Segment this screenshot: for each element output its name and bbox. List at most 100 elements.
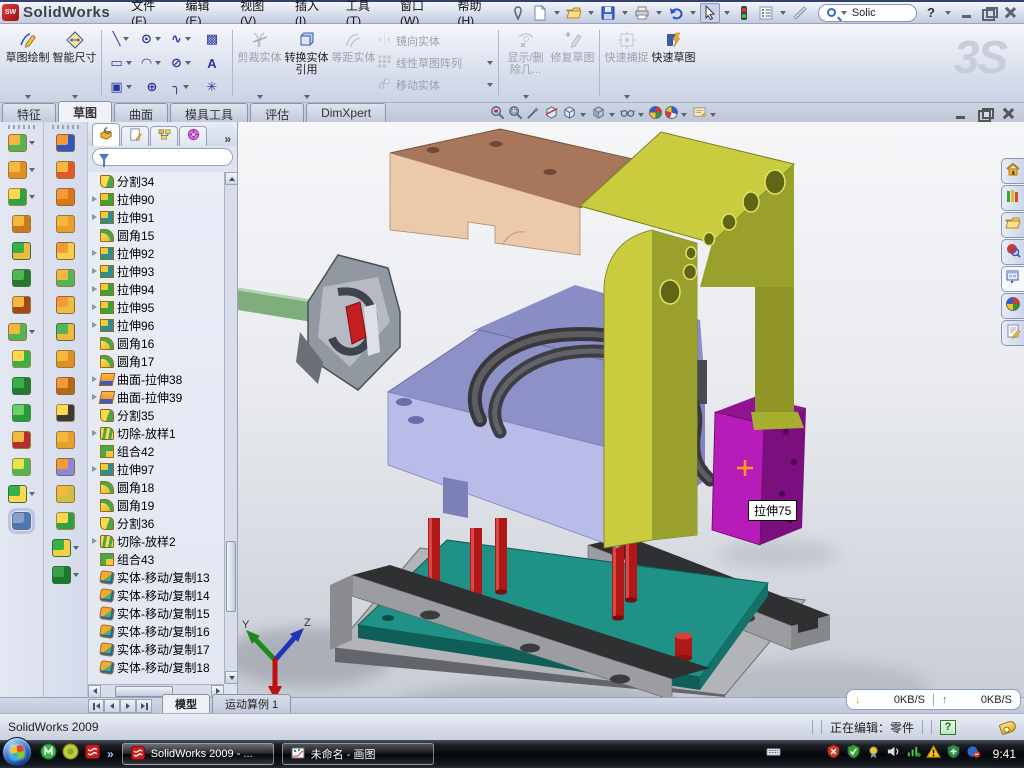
tray-shieldgreen-icon[interactable] [846, 744, 861, 764]
trim-entities-button[interactable]: 剪裁实体 [236, 24, 283, 102]
tool-icon-col1-10[interactable] [12, 404, 31, 422]
magarea-button[interactable] [508, 105, 523, 125]
sketch-entity-11[interactable]: ✳ [197, 75, 227, 99]
tree-item[interactable]: 实体-移动/复制14 [88, 586, 224, 604]
tool-icon-col1-4[interactable] [12, 242, 31, 260]
tool-icon-col2-16[interactable] [52, 566, 71, 584]
tool-icon-col2-11[interactable] [56, 431, 75, 449]
tool-icon-col2-2[interactable] [56, 188, 75, 206]
tree-item[interactable]: 组合42 [88, 442, 224, 460]
scroll-thumb[interactable] [226, 541, 236, 613]
sketch-entity-1[interactable]: ⊙ [137, 27, 167, 51]
rapid-sketch-button[interactable]: 快速草图 [650, 24, 697, 102]
sketch-entity-7[interactable]: A [197, 51, 227, 75]
options-icon[interactable] [756, 3, 776, 23]
tree-item[interactable]: 圆角17 [88, 352, 224, 370]
note-button[interactable] [692, 105, 718, 125]
tool-icon-col2-10[interactable] [56, 404, 75, 422]
tree-item[interactable]: 拉伸92 [88, 244, 224, 262]
doc-close-button[interactable] [1001, 108, 1014, 119]
sketch-entity-2[interactable]: ∿ [167, 27, 197, 51]
first-tab-button[interactable] [88, 699, 104, 713]
tab-草图[interactable]: 草图 [58, 101, 112, 122]
task-pane-explorer-tab[interactable] [1001, 212, 1024, 238]
featuremanager-tab[interactable] [92, 123, 120, 146]
expand-icon[interactable] [90, 538, 99, 544]
expand-icon[interactable] [90, 394, 99, 400]
tray-blueminus-icon[interactable] [966, 744, 981, 764]
wand-button[interactable] [526, 105, 541, 125]
convert-entities-button[interactable]: 转换实体引用 [283, 24, 330, 102]
tray-signal-icon[interactable] [906, 744, 921, 764]
tag-icon[interactable] [999, 719, 1018, 735]
quick-launch-ed2k-icon[interactable] [62, 743, 79, 765]
tab-特征[interactable]: 特征 [2, 103, 56, 122]
tree-item[interactable]: 切除-放样2 [88, 532, 224, 550]
quick-snaps-button[interactable]: 快速捕捉 [603, 24, 650, 102]
tool-icon-col2-15[interactable] [52, 539, 71, 557]
sketch-entity-10[interactable]: ╮ [167, 75, 197, 99]
tree-item[interactable]: 曲面-拉伸38 [88, 370, 224, 388]
tool-icon-col1-9[interactable] [12, 377, 31, 395]
smart-dimension-button[interactable]: 智能尺寸 [51, 24, 98, 102]
tree-item[interactable]: 拉伸96 [88, 316, 224, 334]
tree-item[interactable]: 分割36 [88, 514, 224, 532]
tabs-overflow-icon[interactable]: » [224, 132, 231, 146]
tray-audio-icon[interactable] [886, 744, 901, 764]
tray-shieldplus-icon[interactable] [946, 744, 961, 764]
tab-DimXpert[interactable]: DimXpert [306, 103, 386, 122]
sketch-entity-0[interactable]: ╲ [107, 27, 137, 51]
repair-sketch-button[interactable]: 修复草图 [549, 24, 596, 102]
cube2-button[interactable] [591, 105, 617, 125]
tool-icon-col2-8[interactable] [56, 350, 75, 368]
network-speed-widget[interactable]: ↓ 0KB/S ↑ 0KB/S [846, 689, 1021, 710]
tree-item[interactable]: 分割34 [88, 172, 224, 190]
help-button[interactable]: ? [927, 5, 935, 20]
tool-icon-col2-0[interactable] [56, 134, 75, 152]
select-icon[interactable] [700, 3, 720, 23]
tool-icon-col2-6[interactable] [56, 296, 75, 314]
quick-launch-overflow-icon[interactable]: » [107, 747, 114, 761]
tool-icon-col1-3[interactable] [12, 215, 31, 233]
tool-icon-col2-13[interactable] [56, 485, 75, 503]
new-document-icon[interactable] [530, 3, 550, 23]
configurationmanager-tab[interactable] [150, 126, 178, 146]
tree-item[interactable]: 拉伸90 [88, 190, 224, 208]
tree-item[interactable]: 拉伸95 [88, 298, 224, 316]
magfit-button[interactable] [490, 105, 505, 125]
tray-cert-icon[interactable] [866, 744, 881, 764]
expand-icon[interactable] [90, 322, 99, 328]
doc-restore-button[interactable] [978, 108, 991, 119]
expand-icon[interactable] [90, 304, 99, 310]
task-pane-palette-tab[interactable] [1001, 266, 1024, 292]
pin-icon[interactable] [508, 3, 528, 23]
sketch-entity-9[interactable]: ⊕ [137, 75, 167, 99]
prev-tab-button[interactable] [104, 699, 120, 713]
section-button[interactable] [544, 105, 559, 125]
task-pane-library-tab[interactable] [1001, 185, 1024, 211]
tool-icon-col2-12[interactable] [56, 458, 75, 476]
tool-icon-col2-1[interactable] [56, 161, 75, 179]
tool-icon-col1-11[interactable] [12, 431, 31, 449]
expand-icon[interactable] [90, 376, 99, 382]
tree-item[interactable]: 实体-移动/复制15 [88, 604, 224, 622]
tab-模具工具[interactable]: 模具工具 [170, 103, 248, 122]
tool-icon-col1-5[interactable] [12, 269, 31, 287]
tool-icon-col1-2[interactable] [8, 188, 27, 206]
ballicon2-button[interactable] [665, 106, 689, 124]
task-pane-home-tab[interactable] [1001, 158, 1024, 184]
tool-icon-col2-5[interactable] [56, 269, 75, 287]
tool-icon-col1-8[interactable] [12, 350, 31, 368]
undo-icon[interactable] [666, 3, 686, 23]
sketch-entity-6[interactable]: ⊘ [167, 51, 197, 75]
tray-kb-icon[interactable] [766, 744, 781, 764]
green-tube[interactable] [238, 288, 316, 322]
dimxpertmanager-tab[interactable] [179, 126, 207, 146]
quick-launch-swsmall-icon[interactable] [84, 743, 101, 765]
tree-item[interactable]: 圆角15 [88, 226, 224, 244]
display-delete-relations-button[interactable]: 显示/删除几... [502, 24, 549, 102]
tree-filter-input[interactable] [92, 148, 233, 166]
minimize-button[interactable] [961, 7, 974, 18]
taskbar-app[interactable]: SolidWorks 2009 - ... [122, 743, 274, 765]
tool-icon-col1-14[interactable] [12, 512, 31, 530]
